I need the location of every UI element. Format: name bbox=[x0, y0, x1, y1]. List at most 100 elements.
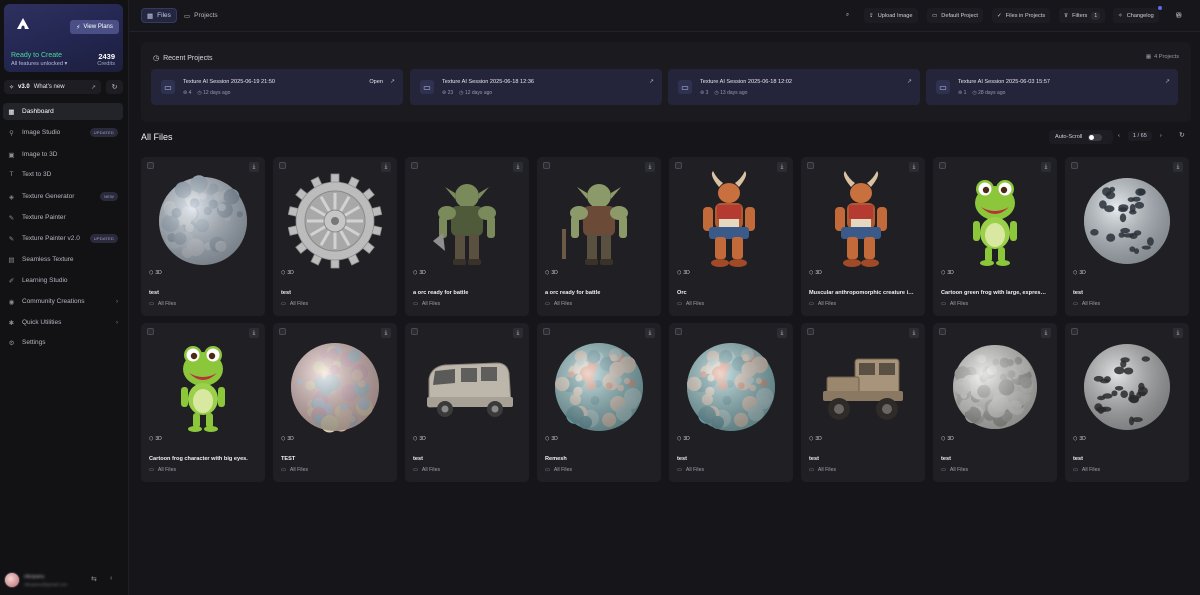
whats-new-button[interactable]: ✧ v3.0 What's new ↗ bbox=[4, 80, 101, 94]
select-checkbox[interactable] bbox=[411, 328, 418, 335]
folder-icon: ▭ bbox=[932, 12, 938, 19]
model-thumbnail[interactable] bbox=[151, 337, 255, 437]
switch-account-icon[interactable]: ⇆ bbox=[91, 575, 97, 583]
select-checkbox[interactable] bbox=[675, 328, 682, 335]
model-thumbnail[interactable] bbox=[547, 171, 651, 271]
model-thumbnail[interactable] bbox=[943, 337, 1047, 437]
model-thumbnail[interactable] bbox=[547, 337, 651, 437]
file-card[interactable]: ⤓ ⬡ 3D Muscular anthropomorphic creature in… bbox=[801, 157, 925, 316]
sidebar-item-texture-generator[interactable]: ◈ Texture Generator NEW bbox=[3, 188, 123, 205]
plan-features[interactable]: All features unlocked ▾ bbox=[11, 61, 67, 67]
sidebar-item-image-to-3d[interactable]: ▣ Image to 3D bbox=[3, 146, 123, 163]
model-thumbnail[interactable] bbox=[415, 337, 519, 437]
select-checkbox[interactable] bbox=[1071, 162, 1078, 169]
sidebar-item-settings[interactable]: ⚙ Settings bbox=[3, 334, 123, 351]
select-checkbox[interactable] bbox=[543, 162, 550, 169]
select-checkbox[interactable] bbox=[939, 162, 946, 169]
external-link-icon[interactable]: ↗ bbox=[1165, 78, 1170, 85]
select-checkbox[interactable] bbox=[939, 328, 946, 335]
sidebar-item-image-studio[interactable]: ⚲ Image Studio UPDATED bbox=[3, 124, 123, 141]
select-checkbox[interactable] bbox=[279, 328, 286, 335]
model-thumbnail[interactable] bbox=[151, 171, 255, 271]
model-thumbnail[interactable] bbox=[283, 171, 387, 271]
sidebar-item-text-to-3d[interactable]: T Text to 3D bbox=[3, 166, 123, 183]
file-card[interactable]: ⤓ ⬡ 3D Remesh ▭ All Files bbox=[537, 323, 661, 482]
select-checkbox[interactable] bbox=[1071, 328, 1078, 335]
sidebar-item-texture-painter[interactable]: ✎ Texture Painter bbox=[3, 209, 123, 226]
file-card[interactable]: ⤓ ⬡ 3D a orc ready for battle ▭ All Files bbox=[537, 157, 661, 316]
file-card[interactable]: ⤓ ⬡ 3D a orc ready for battle ▭ All Files bbox=[405, 157, 529, 316]
next-page-icon[interactable]: › bbox=[1160, 133, 1162, 139]
view-plans-button[interactable]: ⚡ View Plans bbox=[70, 20, 119, 34]
file-card[interactable]: ⤓ ⬡ 3D Cartoon frog character with big eyes… bbox=[141, 323, 265, 482]
project-card[interactable]: ▭ Texture AI Session 2025-06-18 12:02 ⊜ 3 ◷… bbox=[668, 69, 920, 105]
model-thumbnail[interactable] bbox=[679, 171, 783, 271]
file-card[interactable]: ⤓ ⬡ 3D test ▭ All Files bbox=[933, 323, 1057, 482]
sidebar-item-seamless-texture[interactable]: ▤ Seamless Texture bbox=[3, 251, 123, 268]
gift-button[interactable]: 🎁︎ bbox=[1170, 8, 1187, 23]
file-card[interactable]: ⤓ ⬡ 3D test ▭ All Files bbox=[669, 323, 793, 482]
filters-button[interactable]: ⊽ Filters 1 bbox=[1059, 8, 1106, 23]
project-card[interactable]: ▭ Texture AI Session 2025-06-18 12:36 ⊜ 23… bbox=[410, 69, 662, 105]
model-thumbnail[interactable] bbox=[811, 337, 915, 437]
sidebar-item-community-creations[interactable]: ◉ Community Creations › bbox=[3, 293, 123, 310]
sidebar-item-texture-painter-v2-0[interactable]: ✎ Texture Painter v2.0 UPDATED bbox=[3, 230, 123, 247]
select-checkbox[interactable] bbox=[411, 162, 418, 169]
toggle-switch[interactable] bbox=[1088, 133, 1103, 141]
model-thumbnail[interactable] bbox=[283, 337, 387, 437]
select-checkbox[interactable] bbox=[807, 162, 814, 169]
file-card[interactable]: ⤓ ⬡ 3D test ▭ All Files bbox=[141, 157, 265, 316]
file-card[interactable]: ⤓ ⬡ 3D test ▭ All Files bbox=[1065, 323, 1189, 482]
model-thumbnail[interactable] bbox=[1075, 171, 1179, 271]
sidebar-item-label: Seamless Texture bbox=[22, 256, 74, 263]
search-button[interactable]: ⌕ bbox=[841, 8, 854, 23]
chevron-right-icon: › bbox=[116, 298, 118, 305]
collapse-sidebar-icon[interactable]: ‹ bbox=[110, 575, 112, 582]
projects-count[interactable]: ▦ 4 Projects bbox=[1146, 54, 1179, 60]
model-thumbnail[interactable] bbox=[811, 171, 915, 271]
open-project-button[interactable]: Open bbox=[369, 79, 383, 85]
sidebar-item-dashboard[interactable]: ▦ Dashboard bbox=[3, 103, 123, 120]
reload-icon[interactable]: ↻ bbox=[1179, 131, 1185, 139]
select-checkbox[interactable] bbox=[543, 328, 550, 335]
autoscroll-toggle[interactable]: Auto-Scroll bbox=[1049, 130, 1113, 144]
file-card[interactable]: ⤓ ⬡ 3D TEST ▭ All Files bbox=[273, 323, 397, 482]
select-checkbox[interactable] bbox=[675, 162, 682, 169]
model-thumbnail[interactable] bbox=[415, 171, 519, 271]
type-tag: ⬡ 3D bbox=[413, 436, 426, 442]
file-card[interactable]: ⤓ ⬡ 3D test ▭ All Files bbox=[1065, 157, 1189, 316]
select-checkbox[interactable] bbox=[147, 328, 154, 335]
file-card[interactable]: ⤓ ⬡ 3D Cartoon green frog with large, expre… bbox=[933, 157, 1057, 316]
sidebar-item-quick-utilities[interactable]: ✱ Quick Utilities › bbox=[3, 314, 123, 331]
changelog-button[interactable]: ✧ Changelog bbox=[1113, 8, 1159, 23]
files-in-projects-button[interactable]: ✓ Files in Projects bbox=[992, 8, 1051, 23]
file-card[interactable]: ⤓ ⬡ 3D test ▭ All Files bbox=[801, 323, 925, 482]
file-card[interactable]: ⤓ ⬡ 3D Orc ▭ All Files bbox=[669, 157, 793, 316]
tab-projects[interactable]: ▭ Projects bbox=[179, 8, 223, 23]
default-project-button[interactable]: ▭ Default Project bbox=[927, 8, 983, 23]
sidebar-item-learning-studio[interactable]: ✐ Learning Studio bbox=[3, 272, 123, 289]
file-card[interactable]: ⤓ ⬡ 3D test ▭ All Files bbox=[405, 323, 529, 482]
cube-icon: ⬡ bbox=[149, 270, 154, 276]
model-thumbnail[interactable] bbox=[943, 171, 1047, 271]
project-card[interactable]: ▭ Texture AI Session 2025-06-19 21:50 ⊜ 4 ◷… bbox=[151, 69, 403, 105]
prev-page-icon[interactable]: ‹ bbox=[1118, 133, 1120, 139]
select-checkbox[interactable] bbox=[279, 162, 286, 169]
file-folder-label: All Files bbox=[421, 301, 441, 307]
select-checkbox[interactable] bbox=[147, 162, 154, 169]
external-link-icon[interactable]: ↗ bbox=[907, 78, 912, 85]
select-checkbox[interactable] bbox=[807, 328, 814, 335]
file-folder-label: All Files bbox=[817, 467, 837, 473]
external-link-icon[interactable]: ↗ bbox=[390, 78, 395, 85]
project-card[interactable]: ▭ Texture AI Session 2025-06-03 15:57 ⊜ 1 ◷… bbox=[926, 69, 1178, 105]
model-thumbnail[interactable] bbox=[1075, 337, 1179, 437]
upload-image-button[interactable]: ⇪ Upload Image bbox=[864, 8, 918, 23]
avatar[interactable] bbox=[4, 572, 20, 588]
file-card[interactable]: ⤓ ⬡ 3D test ▭ All Files bbox=[273, 157, 397, 316]
external-link-icon[interactable]: ↗ bbox=[649, 78, 654, 85]
user-profile[interactable]: nikopanu nikopanu@gmail.com ⇆ ‹ bbox=[4, 570, 124, 590]
model-thumbnail[interactable] bbox=[679, 337, 783, 437]
cube-icon: ⬡ bbox=[1073, 270, 1078, 276]
tab-files[interactable]: ▦ Files bbox=[141, 8, 177, 23]
theme-toggle-button[interactable]: ↻ bbox=[106, 80, 123, 94]
